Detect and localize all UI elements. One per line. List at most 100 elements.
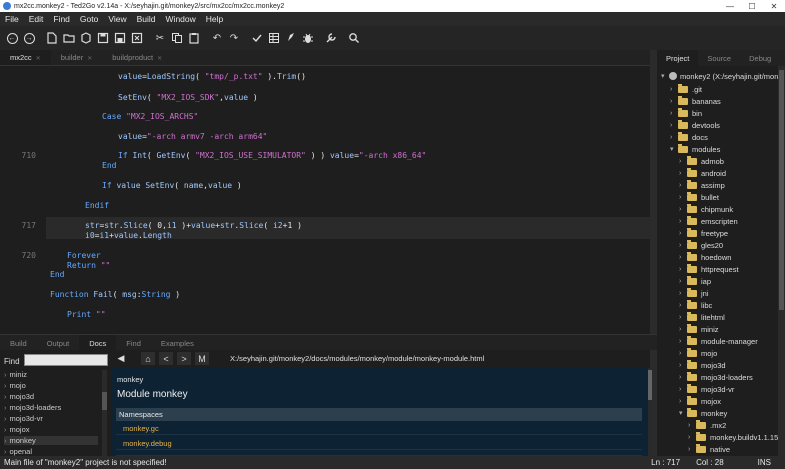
tab-examples[interactable]: Examples (151, 335, 204, 350)
menu-find[interactable]: Find (48, 14, 75, 24)
tab-find[interactable]: Find (116, 335, 151, 350)
tree-item[interactable]: › bin (670, 107, 702, 119)
tab-builder[interactable]: builder ✕ (51, 50, 103, 65)
docs-module-item[interactable]: › openal (4, 447, 32, 456)
expand-arrow-icon[interactable]: › (4, 414, 7, 423)
module-list-scrollbar[interactable] (102, 370, 107, 456)
project-tree-scrollbar[interactable] (778, 66, 785, 456)
expand-arrow-icon[interactable]: › (679, 170, 687, 177)
forward-icon[interactable]: → (21, 30, 37, 46)
forward-arrow-icon[interactable]: > (177, 352, 191, 365)
expand-arrow-icon[interactable]: › (688, 434, 696, 441)
expand-arrow-icon[interactable]: › (679, 398, 687, 405)
copy-icon[interactable] (169, 30, 185, 46)
expand-arrow-icon[interactable]: › (670, 134, 678, 141)
tab-output[interactable]: Output (37, 335, 80, 350)
tree-item[interactable]: › httprequest (679, 263, 739, 275)
tree-item[interactable]: ▾ modules (670, 143, 720, 155)
expand-arrow-icon[interactable]: › (679, 182, 687, 189)
tree-item[interactable]: › litehtml (679, 311, 725, 323)
expand-arrow-icon[interactable]: › (679, 242, 687, 249)
expand-arrow-icon[interactable]: › (679, 326, 687, 333)
docs-module-item[interactable]: › mojo3d-loaders (4, 403, 61, 412)
expand-arrow-icon[interactable]: › (670, 86, 678, 93)
docs-module-item[interactable]: › mojo (4, 381, 26, 390)
tree-item[interactable]: › native (688, 443, 730, 455)
expand-arrow-icon[interactable]: › (4, 392, 7, 401)
tree-item[interactable]: › jni (679, 287, 709, 299)
expand-arrow-icon[interactable]: › (679, 230, 687, 237)
tree-item[interactable]: › mojox (679, 395, 721, 407)
close-window-button[interactable]: ✕ (763, 2, 785, 11)
tree-item[interactable]: › mojo (679, 347, 717, 359)
expand-arrow-icon[interactable]: ▾ (679, 409, 687, 417)
tab-debug[interactable]: Debug (740, 50, 780, 66)
tab-buildproduct[interactable]: buildproduct ✕ (102, 50, 172, 65)
close-icon[interactable] (129, 30, 145, 46)
redo-icon[interactable]: ↷ (226, 30, 242, 46)
tree-item[interactable]: ▾ monkey (679, 407, 727, 419)
save-icon[interactable] (95, 30, 111, 46)
tree-item[interactable]: › android (679, 167, 726, 179)
close-tab-icon[interactable]: ✕ (87, 56, 92, 62)
expand-arrow-icon[interactable]: › (679, 194, 687, 201)
expand-arrow-icon[interactable]: › (679, 278, 687, 285)
expand-arrow-icon[interactable]: › (4, 447, 7, 456)
tree-item[interactable]: › .git (670, 83, 702, 95)
new-file-icon[interactable] (44, 30, 60, 46)
namespace-link[interactable]: monkey.debug (116, 436, 642, 450)
docs-scrollbar[interactable] (648, 368, 652, 456)
expand-arrow-icon[interactable]: › (679, 266, 687, 273)
docs-module-item[interactable]: › monkey (4, 436, 98, 445)
expand-arrow-icon[interactable]: › (679, 386, 687, 393)
run-icon[interactable] (283, 30, 299, 46)
tree-item[interactable]: › bullet (679, 191, 719, 203)
tab-build[interactable]: Build (0, 335, 37, 350)
expand-arrow-icon[interactable]: › (679, 302, 687, 309)
tree-item[interactable]: › admob (679, 155, 724, 167)
tab-mx2cc[interactable]: mx2cc ✕ (0, 50, 51, 65)
expand-arrow-icon[interactable]: › (679, 218, 687, 225)
expand-arrow-icon[interactable]: › (4, 381, 7, 390)
paste-icon[interactable] (186, 30, 202, 46)
tree-item[interactable]: › mojo3d (679, 359, 726, 371)
open-project-icon[interactable] (78, 30, 94, 46)
menu-build[interactable]: Build (132, 14, 161, 24)
close-tab-icon[interactable]: ✕ (36, 56, 41, 62)
namespace-link[interactable]: monkey.gc (116, 421, 642, 435)
menu-goto[interactable]: Goto (75, 14, 103, 24)
expand-arrow-icon[interactable]: › (688, 422, 696, 429)
tab-source[interactable]: Source (698, 50, 740, 66)
tree-item[interactable]: › emscripten (679, 215, 738, 227)
docs-module-item[interactable]: › mojo3d (4, 392, 34, 401)
expand-arrow-icon[interactable]: › (4, 403, 7, 412)
code-editor[interactable]: 710 717 720 value=LoadString( "tmp/_p.txt"… (0, 66, 650, 330)
build-settings-icon[interactable] (266, 30, 282, 46)
expand-arrow-icon[interactable]: › (679, 314, 687, 321)
menu-edit[interactable]: Edit (24, 14, 49, 24)
tree-item[interactable]: › chipmunk (679, 203, 733, 215)
tree-item[interactable]: › mojo3d-loaders (679, 371, 753, 383)
expand-arrow-icon[interactable]: › (679, 374, 687, 381)
tree-item[interactable]: › mojo3d-vr (679, 383, 734, 395)
menu-help[interactable]: Help (201, 14, 228, 24)
tab-project[interactable]: Project (657, 50, 699, 66)
expand-arrow-icon[interactable]: › (670, 98, 678, 105)
build-icon[interactable] (249, 30, 265, 46)
expand-arrow-icon[interactable]: ▾ (670, 145, 678, 153)
tree-item[interactable]: › docs (670, 131, 708, 143)
menu-view[interactable]: View (103, 14, 131, 24)
expand-arrow-icon[interactable]: › (4, 425, 7, 434)
docs-module-item[interactable]: › mojo3d-vr (4, 414, 43, 423)
expand-arrow-icon[interactable]: › (679, 158, 687, 165)
tree-item[interactable]: › miniz (679, 323, 719, 335)
close-tab-icon[interactable]: ✕ (157, 56, 162, 62)
maximize-button[interactable]: ☐ (741, 2, 763, 11)
expand-arrow-icon[interactable]: › (4, 436, 7, 445)
tree-item[interactable]: › monkey.buildv1.1.15 (688, 431, 778, 443)
tree-item[interactable]: › hoedown (679, 251, 731, 263)
expand-arrow-icon[interactable]: › (4, 370, 7, 379)
scrollbar-thumb[interactable] (779, 70, 784, 310)
expand-arrow-icon[interactable]: › (679, 350, 687, 357)
docs-nav-left-arrow-icon[interactable]: ◀ (114, 352, 128, 365)
